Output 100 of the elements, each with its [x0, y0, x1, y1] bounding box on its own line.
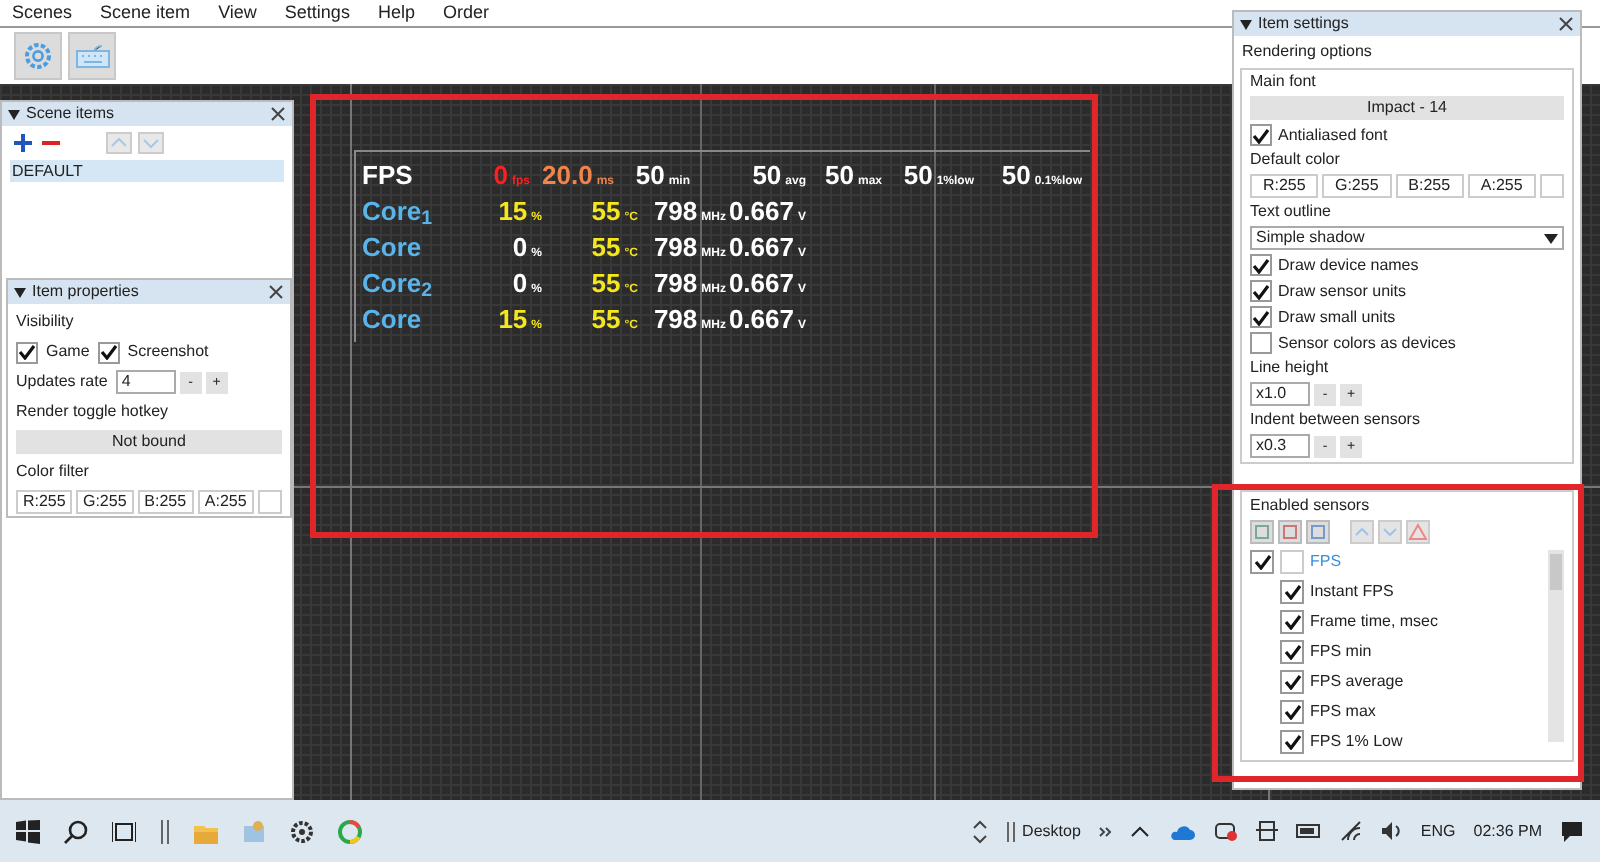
sensor-value: 0.667 — [728, 302, 794, 338]
label: Updates rate — [16, 370, 108, 394]
checkbox-label: Draw sensor units — [1278, 281, 1407, 301]
device-icon — [1256, 820, 1279, 842]
remove-sensor-icon — [1278, 520, 1302, 544]
edit-sensor-icon — [1306, 520, 1330, 544]
menu-item[interactable]: Help — [377, 0, 415, 27]
cloud-icon — [1168, 821, 1197, 841]
label: Default color — [1250, 150, 1342, 170]
wifi-icon — [1340, 820, 1363, 842]
warning-icon — [1406, 520, 1430, 544]
scrollbar[interactable] — [1548, 550, 1564, 742]
sensor-value: 798 — [653, 194, 698, 230]
sensor-value: 798 — [653, 302, 698, 338]
color-field[interactable]: G:255 — [76, 490, 133, 514]
clock[interactable]: 02:36 PM — [1473, 819, 1542, 843]
close-icon — [268, 284, 284, 300]
sensor-value: 20.0 — [542, 158, 593, 194]
scrollbar-thumb[interactable] — [1550, 554, 1562, 590]
input-field[interactable]: 4 — [115, 370, 176, 394]
separator-icon — [160, 819, 170, 843]
input-field[interactable]: x0.3 — [1250, 434, 1310, 458]
list-item[interactable]: DEFAULT — [10, 160, 284, 182]
toolbar-label[interactable]: Desktop — [1022, 819, 1081, 843]
sensor-value: 15 — [498, 194, 528, 230]
menu-item[interactable]: Order — [442, 0, 489, 27]
double-chevron-icon — [1098, 825, 1113, 837]
label: Line height — [1250, 358, 1331, 378]
sensor-label: Core$_{2}$ — [362, 266, 435, 303]
collapse-arrow-icon[interactable] — [1240, 19, 1252, 29]
tree-item[interactable]: FPS max — [1310, 700, 1376, 724]
sensor-value: 0 — [512, 266, 528, 302]
collapse-arrow-icon[interactable] — [14, 287, 26, 297]
tree-item[interactable]: Instant FPS — [1310, 580, 1394, 604]
input-field[interactable]: x1.0 — [1250, 382, 1310, 406]
checkbox-label: Draw device names — [1278, 255, 1419, 275]
checkbox[interactable] — [1280, 730, 1304, 754]
menu-item[interactable]: View — [218, 0, 257, 27]
checkbox[interactable] — [97, 341, 120, 363]
sensor-value: 55 — [591, 230, 621, 266]
notification-icon — [1560, 819, 1584, 843]
sensor-value: 0.667 — [728, 266, 794, 302]
color-field[interactable]: B:255 — [1395, 174, 1464, 198]
sensor-label: Core — [362, 302, 424, 338]
hotkey-button[interactable]: Not bound — [16, 430, 282, 454]
tree-item[interactable]: FPS — [1310, 550, 1342, 574]
checkbox[interactable] — [1250, 280, 1272, 302]
add-icon — [12, 132, 34, 154]
volume-icon — [1380, 820, 1403, 842]
color-field[interactable]: A:255 — [197, 490, 254, 514]
sensor-value: 55 — [591, 302, 621, 338]
checkbox[interactable] — [1250, 550, 1274, 574]
color-field[interactable]: G:255 — [1322, 174, 1391, 198]
dropdown-value: Simple shadow — [1256, 228, 1367, 248]
windows-icon — [16, 819, 40, 843]
color-field[interactable]: B:255 — [137, 490, 194, 514]
tree-item[interactable]: FPS 1% Low — [1310, 730, 1403, 754]
sensor-value: 0.667 — [728, 230, 794, 266]
label: Indent between sensors — [1250, 410, 1422, 430]
checkbox[interactable] — [1250, 332, 1272, 354]
checkbox[interactable] — [1250, 306, 1272, 328]
language-indicator[interactable]: ENG — [1420, 819, 1456, 843]
dropdown[interactable]: Simple shadow — [1250, 226, 1564, 250]
section-title: Enabled sensors — [1250, 496, 1372, 516]
sensor-value: 50 — [635, 158, 665, 194]
caret-up-icon — [1130, 823, 1151, 839]
gear-icon — [290, 819, 314, 843]
scroll-arrows-icon — [972, 819, 989, 843]
search-icon — [64, 819, 88, 843]
separator-icon — [1006, 821, 1017, 841]
sensor-value: 15 — [498, 302, 528, 338]
menu-item[interactable]: Scenes — [12, 0, 73, 27]
tree-item[interactable]: FPS average — [1310, 670, 1404, 694]
checkbox[interactable] — [1280, 670, 1304, 694]
move-up-icon — [1350, 520, 1374, 544]
color-field[interactable]: R:255 — [1250, 174, 1319, 198]
font-button[interactable]: Impact - 14 — [1250, 96, 1564, 120]
app-icon — [242, 819, 266, 843]
checkbox-label: Sensor colors as devices — [1278, 333, 1456, 353]
sensor-value: 0.667 — [728, 194, 794, 230]
checkbox[interactable] — [1250, 124, 1272, 146]
label: Render toggle hotkey — [16, 400, 171, 424]
sensor-label: Core — [362, 230, 424, 266]
checkbox[interactable] — [1280, 580, 1304, 604]
color-swatch[interactable] — [1540, 174, 1564, 198]
collapse-arrow-icon[interactable] — [8, 109, 20, 119]
checkbox[interactable] — [1280, 700, 1304, 724]
checkbox[interactable] — [16, 341, 38, 363]
checkbox[interactable] — [1280, 610, 1304, 634]
color-field[interactable]: A:255 — [1467, 174, 1536, 198]
color-field[interactable]: R:255 — [16, 490, 73, 514]
tree-item[interactable]: Frame time, msec — [1310, 610, 1439, 634]
color-swatch[interactable] — [1280, 550, 1304, 574]
menu-item[interactable]: Settings — [284, 0, 350, 27]
menu-item[interactable]: Scene item — [100, 0, 191, 27]
tree-item[interactable]: FPS min — [1310, 640, 1372, 664]
color-swatch[interactable] — [258, 490, 282, 514]
checkbox[interactable] — [1250, 254, 1272, 276]
dropdown-arrow-icon — [1544, 233, 1558, 243]
checkbox[interactable] — [1280, 640, 1304, 664]
